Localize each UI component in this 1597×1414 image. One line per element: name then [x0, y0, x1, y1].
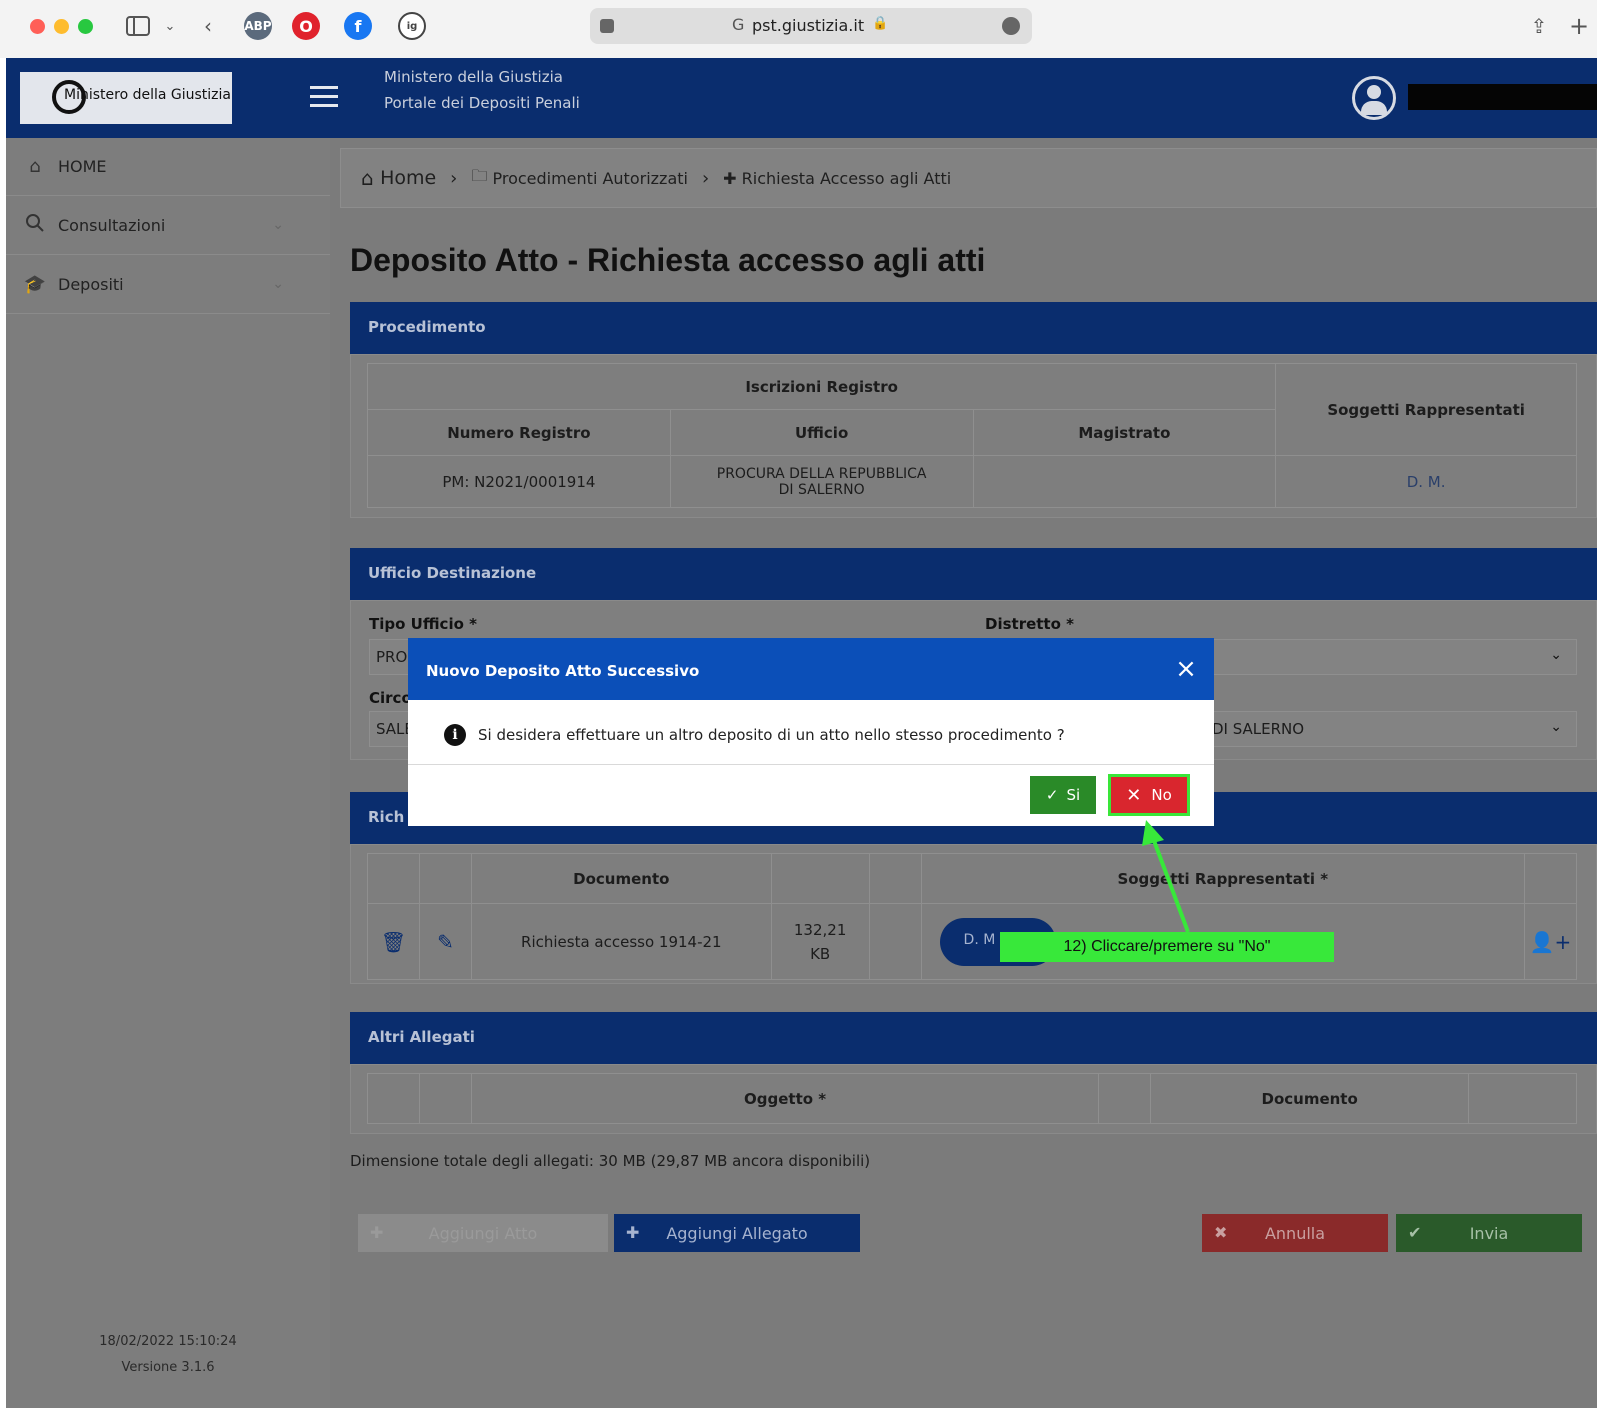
annotation-arrow — [1142, 820, 1190, 933]
annotation-label: 12) Cliccare/premere su "No" — [1000, 932, 1334, 962]
